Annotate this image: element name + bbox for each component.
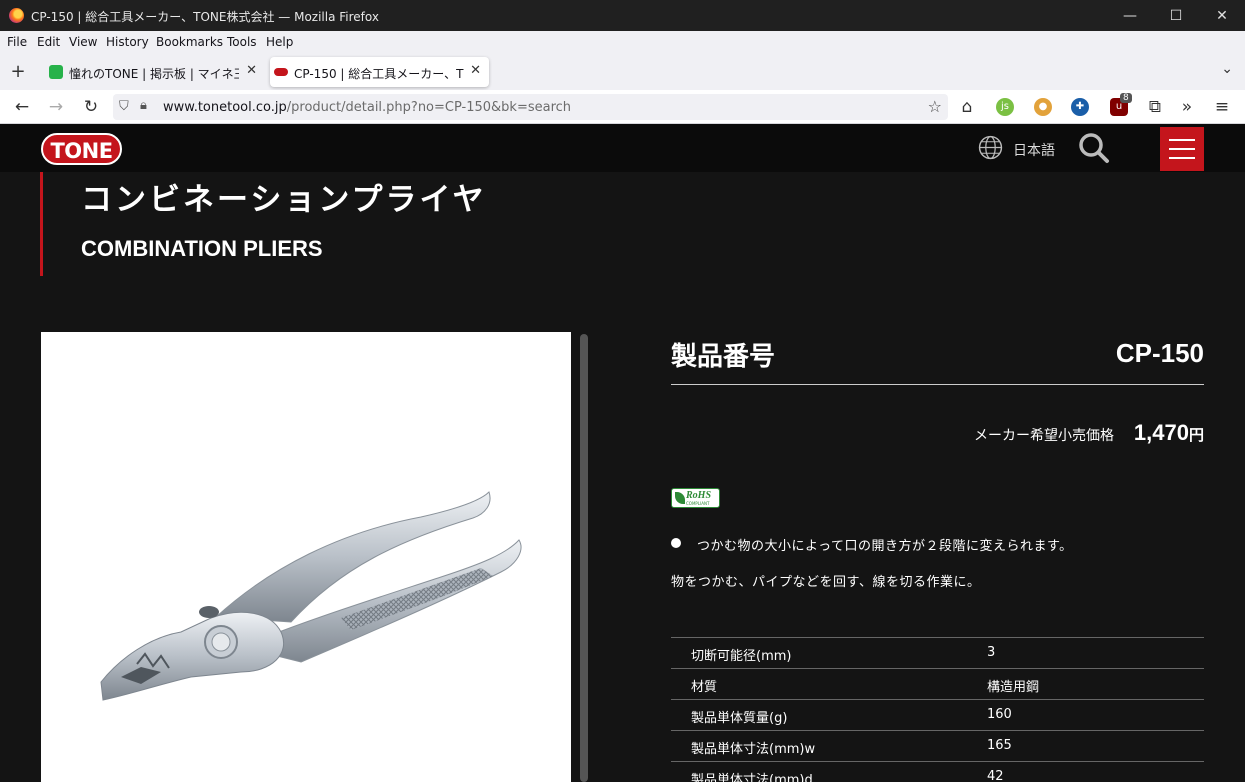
menu-tools[interactable]: Tools <box>227 35 257 49</box>
menu-bookmarks[interactable]: Bookmarks <box>156 35 223 49</box>
new-tab-button[interactable]: + <box>6 61 30 85</box>
spec-value: 3 <box>987 645 996 660</box>
menu-help[interactable]: Help <box>266 35 293 49</box>
spec-label: 製品単体質量(g) <box>691 711 788 726</box>
address-bar[interactable]: ⛉ 🔒︎ www.tonetool.co.jp/product/detail.p… <box>113 94 948 120</box>
bookmark-star-icon[interactable]: ☆ <box>928 97 942 116</box>
table-row: 切断可能径(mm) 3 <box>671 637 1204 668</box>
url-path: /product/detail.php?no=CP-150&bk=search <box>286 100 572 115</box>
product-number-label: 製品番号 <box>671 342 776 372</box>
tab-label: 憧れのTONE | 掲示板 | マイネ王 <box>69 67 239 81</box>
site-header: TONE 日本語 <box>0 124 1245 172</box>
close-tab-icon[interactable]: ✕ <box>246 63 257 78</box>
spec-value: 165 <box>987 738 1012 753</box>
spec-label: 切断可能径(mm) <box>691 649 792 664</box>
product-title-japanese: コンビネーションプライヤ <box>81 182 487 218</box>
table-row: 製品単体質量(g) 160 <box>671 699 1204 730</box>
lock-icon[interactable]: 🔒︎ <box>140 98 147 113</box>
extension-js-icon[interactable]: js <box>996 98 1014 116</box>
extension-shield-icon[interactable]: ✚ <box>1071 98 1089 116</box>
tab-tone[interactable]: CP-150 | 総合工具メーカー、TONE株式会社 ✕ <box>270 57 489 87</box>
rohs-subtext: COMPLIANT <box>686 501 710 506</box>
menu-history[interactable]: History <box>106 35 149 49</box>
spec-label: 製品単体寸法(mm)w <box>691 742 816 757</box>
product-image <box>41 332 571 782</box>
forward-arrow-icon[interactable]: → <box>44 95 68 119</box>
mineo-favicon-icon <box>49 65 63 79</box>
menu-line <box>1169 157 1195 159</box>
tab-bar: + 憧れのTONE | 掲示板 | マイネ王 ✕ CP-150 | 総合工具メー… <box>0 53 1245 90</box>
menu-line <box>1169 148 1195 150</box>
home-icon[interactable]: ⌂ <box>955 95 979 119</box>
globe-icon[interactable] <box>978 135 1003 160</box>
maximize-button[interactable]: ☐ <box>1153 0 1199 31</box>
search-icon[interactable] <box>1078 132 1110 164</box>
tab-mineo[interactable]: 憧れのTONE | 掲示板 | マイネ王 ✕ <box>45 57 265 87</box>
table-row: 材質 構造用鋼 <box>671 668 1204 699</box>
table-row: 製品単体寸法(mm)d 42 <box>671 761 1204 782</box>
rohs-text: RoHS <box>686 490 712 501</box>
ublock-badge: 8 <box>1120 93 1132 103</box>
tone-favicon-icon <box>274 68 288 76</box>
usage-text: 物をつかむ、パイプなどを回す、線を切る作業に。 <box>671 575 981 590</box>
table-row: 製品単体寸法(mm)w 165 <box>671 730 1204 761</box>
url-text[interactable]: www.tonetool.co.jp/product/detail.php?no… <box>163 100 571 115</box>
product-title-english: COMBINATION PLIERS <box>81 236 323 261</box>
overflow-chevron-icon[interactable]: » <box>1175 95 1199 119</box>
reload-icon[interactable]: ↻ <box>79 95 103 119</box>
rohs-compliant-badge: RoHS COMPLIANT <box>671 488 720 508</box>
divider <box>671 384 1204 385</box>
tone-logo[interactable]: TONE <box>41 133 122 165</box>
menu-edit[interactable]: Edit <box>37 35 60 49</box>
close-tab-icon[interactable]: ✕ <box>470 63 481 78</box>
spec-label: 材質 <box>691 680 718 695</box>
menu-file[interactable]: File <box>7 35 27 49</box>
back-arrow-icon[interactable]: ← <box>10 95 34 119</box>
image-scrollbar[interactable] <box>580 334 588 782</box>
window-titlebar: CP-150 | 総合工具メーカー、TONE株式会社 — Mozilla Fir… <box>0 0 1245 31</box>
menu-line <box>1169 139 1195 141</box>
extensions-puzzle-icon[interactable]: ⧉ <box>1143 95 1167 119</box>
minimize-button[interactable]: — <box>1107 0 1153 31</box>
product-number: CP-150 <box>1115 338 1204 368</box>
site-menu-button[interactable] <box>1160 127 1204 171</box>
bullet-icon <box>671 538 681 548</box>
menu-bar: File Edit View History Bookmarks Tools H… <box>0 31 1245 53</box>
spec-value: 42 <box>987 769 1004 782</box>
extension-medal-icon[interactable]: ● <box>1034 98 1052 116</box>
price-unit: 円 <box>1188 427 1204 444</box>
web-page: TONE 日本語 コンビネーションプライヤ COMBINATION PLIERS <box>0 124 1245 782</box>
window-title: CP-150 | 総合工具メーカー、TONE株式会社 — Mozilla Fir… <box>31 10 379 24</box>
price-amount: 1,470 <box>1133 420 1189 445</box>
hamburger-menu-icon[interactable]: ≡ <box>1210 95 1234 119</box>
close-window-button[interactable]: ✕ <box>1199 0 1245 31</box>
price-label: メーカー希望小売価格 <box>974 428 1114 444</box>
menu-view[interactable]: View <box>69 35 97 49</box>
navigation-toolbar: ← → ↻ ⛉ 🔒︎ www.tonetool.co.jp/product/de… <box>0 90 1245 124</box>
list-all-tabs-icon[interactable]: ⌄ <box>1221 61 1233 77</box>
pliers-illustration <box>100 491 522 701</box>
tab-label: CP-150 | 総合工具メーカー、TONE株式会社 <box>294 67 464 81</box>
spec-value: 160 <box>987 707 1012 722</box>
spec-table: 切断可能径(mm) 3 材質 構造用鋼 製品単体質量(g) 160 製品単体寸法(mm… <box>671 637 1204 782</box>
price-value: 1,470円 <box>1134 420 1204 446</box>
spec-label: 製品単体寸法(mm)d <box>691 773 813 782</box>
title-accent-bar <box>40 172 43 276</box>
url-host: www.tonetool.co.jp <box>163 100 287 115</box>
spec-value: 構造用鋼 <box>987 680 1040 695</box>
language-selector[interactable]: 日本語 <box>1013 140 1055 160</box>
firefox-logo-icon <box>9 8 24 23</box>
leaf-icon <box>675 492 685 504</box>
shield-icon[interactable]: ⛉ <box>119 99 129 114</box>
feature-text: つかむ物の大小によって口の開き方が２段階に変えられます。 <box>697 539 1073 554</box>
